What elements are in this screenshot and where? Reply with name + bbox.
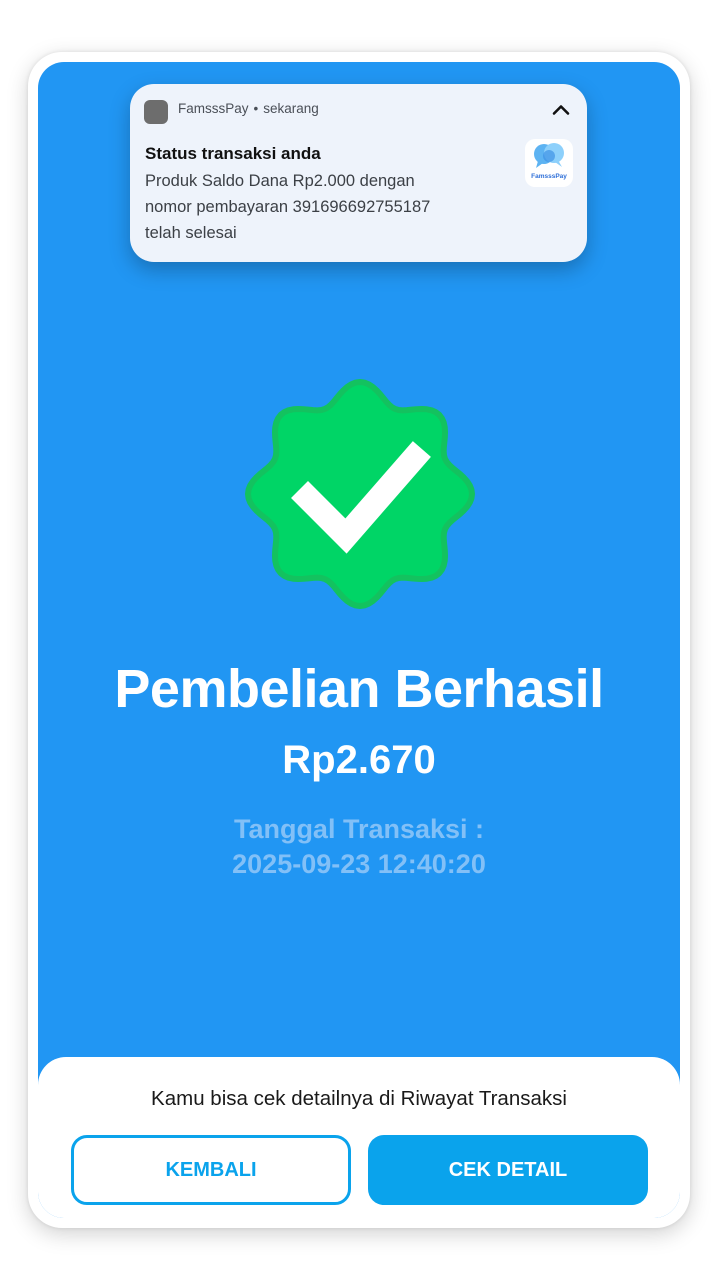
amount-value: Rp2.670 [282, 738, 436, 782]
notification-body-line: Produk Saldo Dana Rp2.000 dengan [145, 172, 415, 190]
notification-body: Produk Saldo Dana Rp2.000 dengan nomor p… [145, 168, 505, 246]
notification-time: sekarang [263, 101, 319, 116]
phone-frame: FamsssPay • sekarang Status transaksi anda… [28, 52, 690, 1228]
notification-card[interactable]: FamsssPay • sekarang Status transaksi anda… [130, 84, 587, 262]
app-icon [144, 100, 168, 124]
bottom-sheet: Kamu bisa cek detailnya di Riwayat Trans… [38, 1057, 680, 1218]
transaction-date-value: 2025-09-23 12:40:20 [232, 849, 486, 879]
transaction-date-label: Tanggal Transaksi : [233, 814, 485, 844]
chat-bubbles-icon [534, 143, 564, 168]
famssspay-logo-icon: FamsssPay [525, 139, 573, 187]
notification-body-line: telah selesai [145, 224, 237, 242]
chevron-up-icon[interactable] [549, 98, 573, 122]
history-hint-text: Kamu bisa cek detailnya di Riwayat Trans… [151, 1087, 567, 1110]
success-title: Pembelian Berhasil [114, 659, 604, 719]
logo-text: FamsssPay [531, 173, 567, 180]
verified-check-badge-icon [245, 379, 475, 609]
notification-app-name: FamsssPay [178, 101, 249, 116]
notification-title: Status transaksi anda [145, 144, 321, 163]
back-button[interactable]: KEMBALI [71, 1135, 351, 1205]
notification-separator: • [253, 101, 259, 116]
notification-meta: FamsssPay • sekarang [178, 101, 319, 116]
success-screen: FamsssPay • sekarang Status transaksi anda… [38, 62, 680, 1218]
check-detail-button[interactable]: CEK DETAIL [368, 1135, 648, 1205]
notification-body-line: nomor pembayaran 391696692755187 [145, 198, 431, 216]
